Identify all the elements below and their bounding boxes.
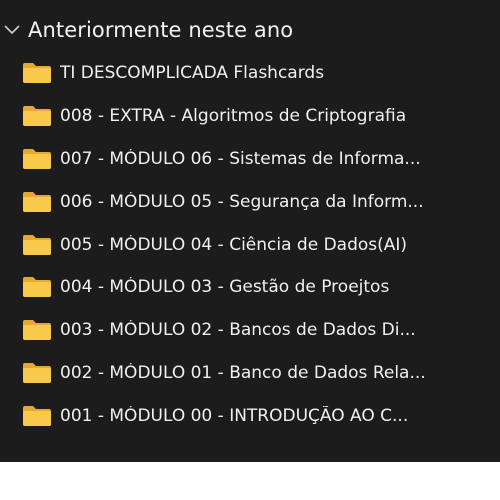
group-title: Anteriormente neste ano [28, 18, 294, 42]
file-explorer-panel: Anteriormente neste ano TI DESCOMPLICADA… [0, 0, 500, 462]
folder-item-label: 008 - EXTRA - Algoritmos de Criptografia [60, 106, 407, 127]
folder-icon [22, 405, 52, 426]
folder-icon [22, 191, 52, 212]
folder-item[interactable]: 003 - MÓDULO 02 - Bancos de Dados Di... [0, 309, 500, 352]
chevron-down-icon[interactable] [3, 21, 21, 39]
group-header-earlier-this-year[interactable]: Anteriormente neste ano [0, 12, 500, 48]
folder-icon [22, 63, 52, 84]
folder-item[interactable]: 002 - MÓDULO 01 - Banco de Dados Rela... [0, 352, 500, 395]
folder-list: TI DESCOMPLICADA Flashcards 008 - EXTRA … [0, 52, 500, 437]
folder-icon [22, 148, 52, 169]
folder-item[interactable]: 004 - MÓDULO 03 - Gestão de Proejtos [0, 266, 500, 309]
folder-item[interactable]: TI DESCOMPLICADA Flashcards [0, 52, 500, 95]
folder-item[interactable]: 001 - MÓDULO 00 - INTRODUÇÃO AO C... [0, 394, 500, 437]
folder-item[interactable]: 005 - MÓDULO 04 - Ciência de Dados(AI) [0, 223, 500, 266]
folder-item-label: 005 - MÓDULO 04 - Ciência de Dados(AI) [60, 234, 408, 255]
folder-item[interactable]: 006 - MÓDULO 05 - Segurança da Inform... [0, 180, 500, 223]
folder-icon [22, 320, 52, 341]
folder-icon [22, 234, 52, 255]
folder-icon [22, 362, 52, 383]
folder-item-label: 002 - MÓDULO 01 - Banco de Dados Rela... [60, 362, 426, 383]
folder-icon [22, 277, 52, 298]
folder-item[interactable]: 007 - MÓDULO 06 - Sistemas de Informa... [0, 138, 500, 181]
folder-icon [22, 106, 52, 127]
folder-item-label: TI DESCOMPLICADA Flashcards [60, 63, 325, 84]
folder-item-label: 004 - MÓDULO 03 - Gestão de Proejtos [60, 277, 390, 298]
folder-item-label: 006 - MÓDULO 05 - Segurança da Inform... [60, 191, 424, 212]
folder-item-label: 003 - MÓDULO 02 - Bancos de Dados Di... [60, 320, 416, 341]
folder-item-label: 001 - MÓDULO 00 - INTRODUÇÃO AO C... [60, 405, 409, 426]
folder-item[interactable]: 008 - EXTRA - Algoritmos de Criptografia [0, 95, 500, 138]
folder-item-label: 007 - MÓDULO 06 - Sistemas de Informa... [60, 148, 421, 169]
